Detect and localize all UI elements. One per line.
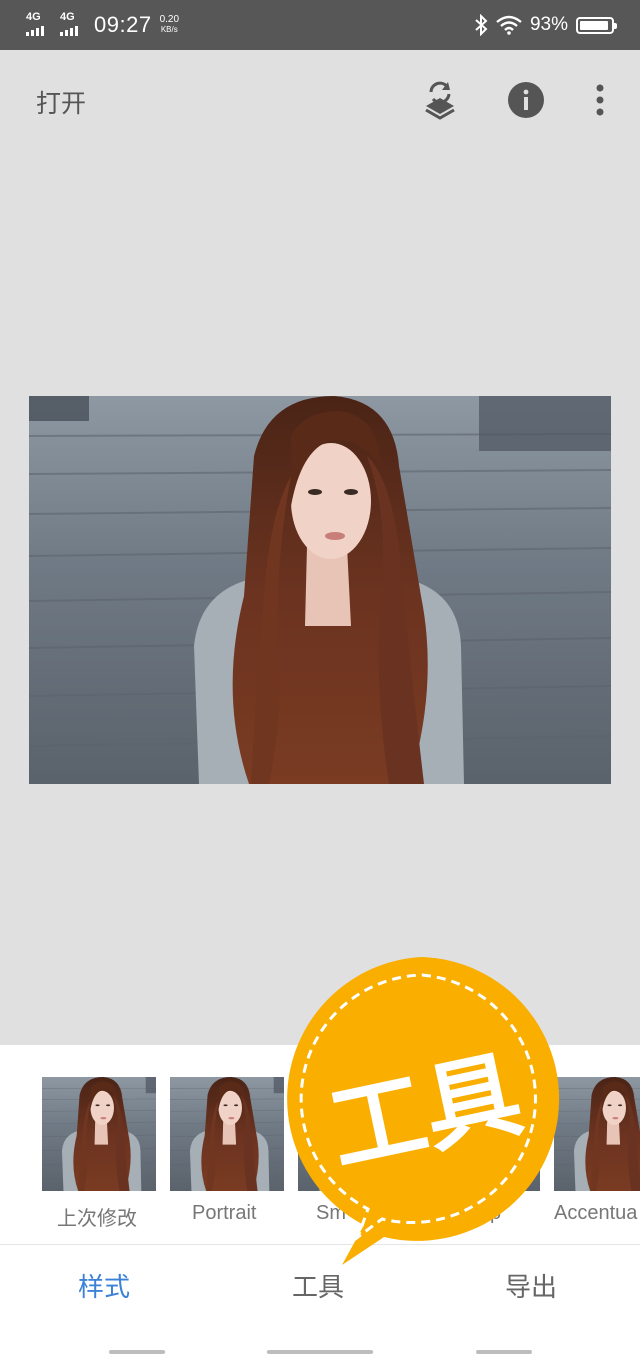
clock: 09:27 (94, 12, 152, 37)
style-label: 上次修改 (57, 1206, 137, 1230)
info-button[interactable] (506, 80, 546, 120)
wifi-icon (496, 15, 522, 35)
status-bar: 4G 4G 09:27 0.20 KB/s 93% (0, 0, 640, 50)
tab-styles[interactable]: 样式 (78, 1267, 130, 1304)
battery-percent: 93% (529, 14, 568, 35)
open-button[interactable]: 打开 (36, 84, 86, 120)
system-nav-bar (0, 1340, 640, 1372)
more-vert-icon (596, 84, 604, 116)
tools-badge: 工具 (272, 955, 572, 1267)
style-thumbnail[interactable] (42, 1077, 156, 1191)
network-type-2: 4G (60, 11, 75, 23)
nav-back-handle[interactable] (476, 1350, 532, 1354)
style-thumbnail[interactable] (170, 1077, 284, 1191)
signal-1-icon: 4G (26, 12, 52, 38)
app-bar: 打开 (0, 50, 640, 150)
more-options-button[interactable] (580, 80, 620, 120)
nav-menu-handle[interactable] (109, 1350, 165, 1354)
tab-export[interactable]: 导出 (505, 1267, 557, 1304)
image-canvas[interactable] (0, 150, 640, 1045)
style-label: Portrait (192, 1202, 257, 1224)
layers-undo-button[interactable] (420, 80, 460, 120)
layers-undo-icon (425, 81, 455, 120)
speed-value: 0.20 (159, 14, 180, 25)
battery-fill (580, 20, 608, 30)
portrait-photo (29, 396, 611, 784)
info-icon (508, 82, 544, 118)
edited-photo[interactable] (29, 396, 611, 784)
nav-home-handle[interactable] (267, 1350, 373, 1354)
network-speed: 0.20 KB/s (160, 15, 179, 35)
network-type-1: 4G (26, 11, 41, 23)
tab-tools[interactable]: 工具 (292, 1267, 344, 1304)
battery-icon (576, 16, 617, 34)
bluetooth-icon (475, 14, 488, 36)
signal-2-icon: 4G (60, 12, 86, 38)
speed-unit: KB/s (160, 25, 178, 34)
